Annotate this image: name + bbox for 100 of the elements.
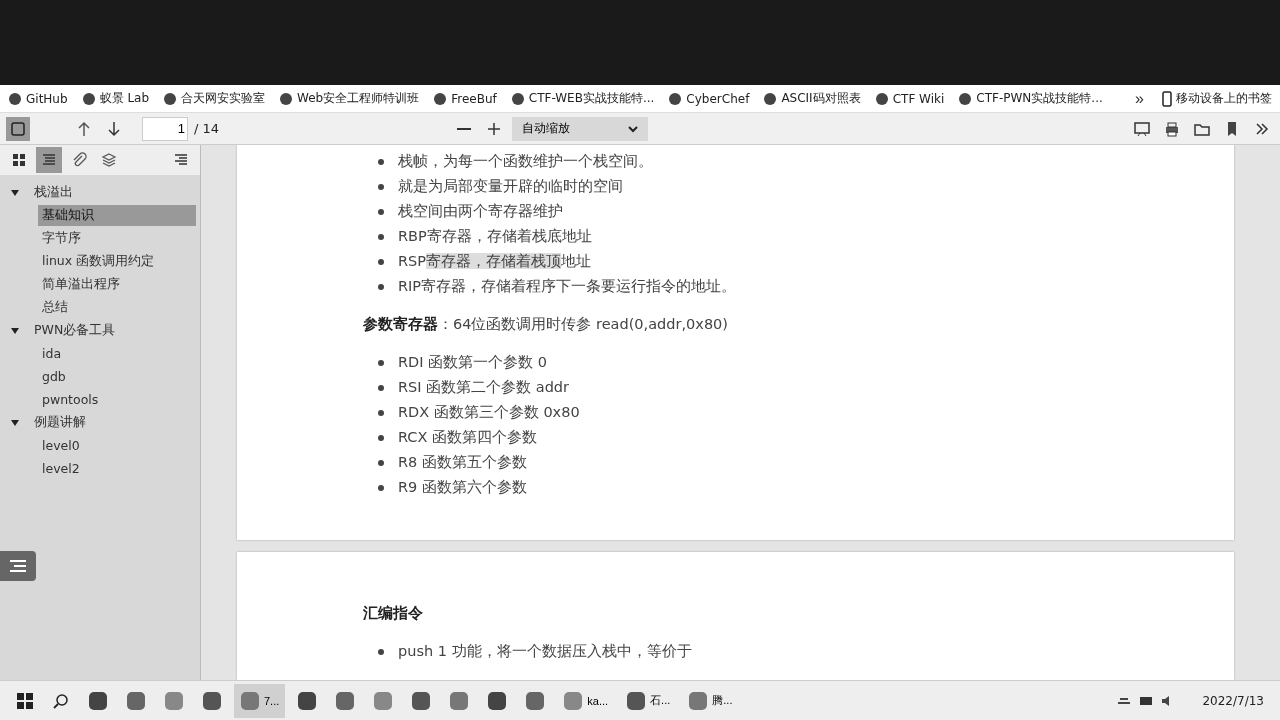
site-icon (433, 91, 448, 106)
expanded-arrow-icon[interactable] (10, 325, 20, 336)
chevron-down-icon (627, 124, 638, 133)
bookmark-link[interactable]: CTF Wiki (874, 91, 945, 106)
zoom-select[interactable]: 自动缩放 (511, 116, 648, 141)
outline-item[interactable]: linux 函数调用约定 (38, 251, 196, 272)
mobile-bookmarks-link[interactable]: 移动设备上的书签 (1162, 90, 1272, 107)
bullet-icon (377, 433, 385, 442)
layers-icon (101, 152, 117, 168)
outline-icon (41, 152, 57, 168)
taskbar-app[interactable]: 腾... (682, 683, 739, 718)
list-item-text: push 1 功能，将一个数据压入栈中，等价于 (398, 642, 692, 661)
outline-item[interactable]: level2 (38, 459, 196, 478)
bullet-icon (377, 458, 385, 467)
bullet-icon (377, 358, 385, 367)
app-icon (297, 690, 318, 711)
bullet-icon (377, 232, 385, 241)
app-icon (563, 690, 584, 711)
outline-item[interactable]: 简单溢出程序 (38, 274, 196, 295)
app-icon (373, 690, 394, 711)
bookmark-link[interactable]: CyberChef (668, 91, 750, 106)
site-icon (81, 91, 96, 106)
app-icon (164, 690, 184, 711)
bookmark-link[interactable]: CTF-PWN实战技能特... (958, 90, 1103, 107)
bookmark-link[interactable]: GitHub (8, 91, 68, 106)
outline-icon (173, 152, 189, 168)
app-icon (626, 690, 647, 711)
outline-item[interactable]: 例题讲解 (30, 412, 196, 433)
taskbar-app[interactable]: 7... (234, 683, 286, 718)
phone-icon (1162, 90, 1172, 107)
site-icon (163, 91, 178, 106)
taskbar-app[interactable]: 石... (620, 683, 677, 718)
bookmark-link[interactable]: CTF-WEB实战技能特... (510, 90, 655, 107)
bullet-icon (377, 182, 385, 191)
plus-icon (486, 121, 501, 136)
thumbnails-icon (11, 152, 27, 168)
bullet-icon (377, 207, 385, 216)
bullet-icon (377, 383, 385, 392)
site-icon (510, 91, 525, 106)
taskbar-app[interactable]: ka... (557, 683, 615, 718)
bookmark-link[interactable]: ASCII码对照表 (763, 90, 861, 107)
bullet-icon (377, 647, 385, 656)
outline-item[interactable]: level0 (38, 436, 196, 455)
app-icon (449, 690, 470, 711)
print-icon (1164, 120, 1180, 137)
list-item-text: 栈空间由两个寄存器维护 (398, 202, 563, 221)
outline-item[interactable]: pwntools (38, 390, 196, 409)
outline-item[interactable]: PWN必备工具 (30, 320, 196, 341)
app-icon (525, 690, 546, 711)
outline-item[interactable]: 总结 (38, 297, 196, 318)
bullet-icon (377, 257, 385, 266)
page-number-field[interactable]: 1 (142, 116, 188, 141)
list-item-text: RDX 函数第三个参数 0x80 (398, 403, 580, 422)
expanded-arrow-icon[interactable] (10, 417, 20, 428)
site-icon (958, 91, 973, 106)
bookmark-link[interactable]: 蚁景 Lab (81, 90, 150, 107)
bookmark-link[interactable]: Web安全工程师特训班 (279, 90, 420, 107)
arrow-up-icon (77, 120, 91, 137)
minus-icon (456, 127, 471, 130)
search-icon (52, 691, 70, 710)
clock-date[interactable]: 2022/7/13 (1182, 693, 1270, 708)
bookmark-link[interactable]: FreeBuf (433, 91, 497, 106)
app-icon (88, 690, 108, 711)
outline-item[interactable]: 字节序 (38, 228, 196, 249)
outline-item[interactable]: ida (38, 344, 196, 363)
outline-item[interactable]: 基础知识 (38, 205, 196, 226)
app-icon (487, 690, 508, 711)
list-item-text: RCX 函数第四个参数 (398, 428, 538, 447)
outline-item[interactable]: gdb (38, 367, 196, 386)
site-icon (279, 91, 294, 106)
bullet-icon (377, 157, 385, 166)
bullet-icon (377, 282, 385, 291)
list-item-text: RSI 函数第二个参数 addr (398, 378, 570, 397)
paperclip-icon (71, 152, 87, 168)
expanded-arrow-icon[interactable] (10, 187, 20, 198)
list-item-text: 就是为局部变量开辟的临时的空间 (398, 177, 623, 196)
list-item-text: R9 函数第六个参数 (398, 478, 527, 497)
site-icon (763, 91, 778, 106)
site-icon (8, 91, 22, 106)
windows-icon (16, 691, 34, 710)
sidebar-toggle-button[interactable] (6, 116, 30, 141)
bullet-icon (377, 408, 385, 417)
bookmark-link[interactable]: 合天网安实验室 (163, 90, 266, 107)
arrow-down-icon (107, 120, 121, 137)
list-item-text: RBP寄存器，存储着栈底地址 (398, 227, 592, 246)
app-icon (202, 690, 222, 711)
app-icon (126, 690, 146, 711)
overflow-button[interactable]: » (1131, 89, 1148, 108)
presentation-icon (1134, 120, 1150, 137)
paragraph-text: 参数寄存器：64位函数调用时传参 read(0,addr,0x80) (363, 315, 729, 334)
app-icon (688, 690, 709, 711)
list-icon (9, 559, 27, 573)
section-heading: 汇编指令 (363, 604, 424, 623)
bullet-icon (377, 483, 385, 492)
app-icon (335, 690, 356, 711)
site-icon (668, 91, 683, 106)
outline-toggle-button[interactable] (0, 551, 36, 581)
list-item-text: RDI 函数第一个参数 0 (398, 353, 547, 372)
outline-item[interactable]: 栈溢出 (30, 182, 196, 203)
double-chevron-icon (1254, 120, 1270, 137)
